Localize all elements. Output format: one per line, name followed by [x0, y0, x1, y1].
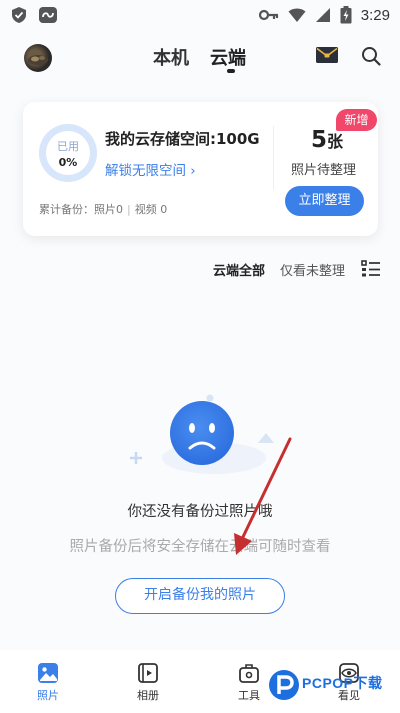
organize-now-button[interactable]: 立即整理	[285, 186, 364, 216]
nav-tools-label: 工具	[238, 689, 260, 702]
wifi-icon	[288, 8, 306, 22]
status-right-icons: 3:29	[258, 6, 390, 24]
avatar-image	[28, 55, 48, 65]
storage-usage-ring-center: 已用 0%	[46, 131, 90, 175]
pcpop-logo-icon	[269, 670, 299, 700]
network-cloud-icon	[39, 7, 57, 23]
start-backup-button[interactable]: 开启备份我的照片	[115, 578, 285, 614]
tab-local[interactable]: 本机	[153, 44, 189, 70]
photo-icon	[38, 663, 58, 683]
pending-count-unit: 张	[327, 132, 344, 151]
top-bar: 本机 云端	[0, 38, 400, 78]
list-view-icon[interactable]	[361, 259, 381, 279]
nav-tools[interactable]: 工具	[225, 662, 273, 703]
filter-cloud-all[interactable]: 云端全部	[213, 260, 265, 279]
empty-state-title: 你还没有备份过照片哦	[127, 504, 273, 520]
storage-title: 我的云存储空间:100G	[105, 130, 260, 148]
battery-charging-icon	[340, 6, 352, 24]
storage-used-label: 已用	[57, 140, 79, 153]
watermark-text: PCPOP下载	[302, 675, 383, 691]
search-icon[interactable]	[360, 45, 382, 67]
filter-unorganized-only[interactable]: 仅看未整理	[280, 260, 345, 279]
card-divider	[273, 126, 274, 190]
active-tab-indicator	[227, 69, 235, 73]
status-bar: 3:29	[0, 0, 400, 30]
storage-usage-ring: 已用 0%	[39, 124, 97, 182]
backup-video-count: 视频 0	[134, 203, 168, 216]
pending-count-number: 5	[311, 127, 328, 153]
album-icon	[138, 663, 158, 683]
nav-albums[interactable]: 相册	[124, 662, 172, 703]
storage-used-percent: 0%	[58, 156, 78, 169]
pending-count: 5张	[311, 127, 343, 153]
nav-albums-label: 相册	[137, 689, 159, 702]
signal-icon	[315, 8, 330, 22]
key-icon	[258, 9, 278, 21]
pending-label: 照片待整理	[291, 163, 357, 178]
unlock-unlimited-link[interactable]: 解锁无限空间 ›	[105, 159, 196, 179]
stats-separator: |	[127, 203, 131, 216]
nav-photos[interactable]: 照片	[24, 662, 72, 703]
tab-cloud[interactable]: 云端	[210, 44, 246, 70]
shield-check-icon	[12, 7, 26, 23]
cloud-storage-card: 已用 0% 我的云存储空间:100G 解锁无限空间 › 累计备份：照片0 | 视频 …	[23, 102, 378, 236]
mail-envelope-icon[interactable]	[316, 47, 338, 63]
backup-photo-count: 累计备份：照片0	[39, 203, 123, 216]
status-time: 3:29	[360, 6, 390, 24]
red-annotation-arrow	[234, 437, 292, 555]
toolbox-icon	[239, 664, 259, 683]
backup-stats: 累计备份：照片0 | 视频 0	[39, 201, 167, 217]
nav-photos-label: 照片	[37, 689, 59, 702]
status-left-icons	[10, 6, 58, 24]
pcpop-watermark: PCPOP下载	[268, 665, 400, 705]
avatar[interactable]	[24, 44, 52, 72]
empty-state-description: 照片备份后将安全存储在云端可随时查看	[69, 539, 331, 555]
